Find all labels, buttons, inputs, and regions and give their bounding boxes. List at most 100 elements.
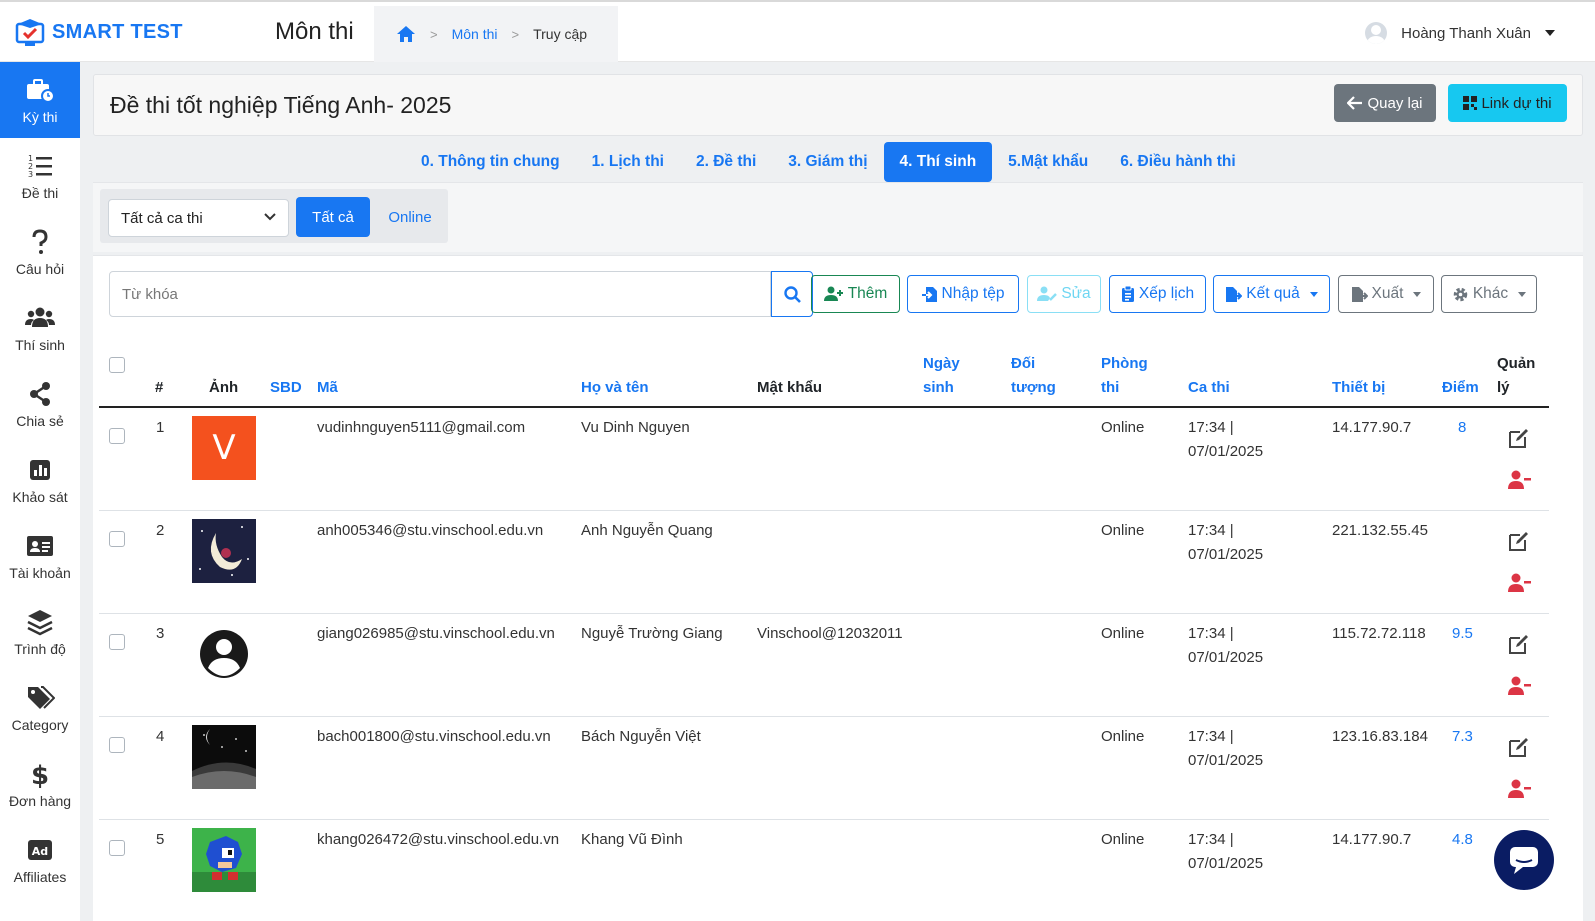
remove-user-icon[interactable] xyxy=(1507,777,1531,801)
edit-icon[interactable] xyxy=(1507,426,1531,450)
app-name: SMART TEST xyxy=(52,20,183,43)
remove-user-icon[interactable] xyxy=(1507,674,1531,698)
row-divider xyxy=(99,716,1549,717)
list-ordered-icon: 123 xyxy=(28,154,52,179)
row-room: Online xyxy=(1101,625,1145,642)
row-session: 17:34 | 07/01/2025 xyxy=(1188,625,1264,666)
breadcrumb: > Môn thi > Truy cập xyxy=(374,6,618,62)
edit-icon[interactable] xyxy=(1507,529,1531,553)
search-button[interactable] xyxy=(771,271,813,317)
row-score[interactable]: 4.8 xyxy=(1452,828,1473,852)
sidebar-item-affiliates[interactable]: Ad Affiliates xyxy=(0,822,80,898)
add-candidate-button[interactable]: Thêm xyxy=(811,275,900,313)
svg-text:Ad: Ad xyxy=(32,845,48,858)
row-checkbox[interactable] xyxy=(109,531,125,547)
col-name[interactable]: Họ và tên xyxy=(581,376,649,400)
sidebar-item-tai-khoan[interactable]: Tài khoản xyxy=(0,518,80,594)
sidebar-item-cau-hoi[interactable]: Câu hỏi xyxy=(0,214,80,290)
sidebar-item-category[interactable]: Category xyxy=(0,670,80,746)
row-checkbox[interactable] xyxy=(109,634,125,650)
sidebar-item-label: Đơn hàng xyxy=(8,793,72,809)
filter-bar: Tất cả ca thi Tất cả Online xyxy=(93,182,1583,252)
row-score[interactable]: 8 xyxy=(1458,416,1466,440)
row-checkbox[interactable] xyxy=(109,428,125,444)
tab-dieu-hanh-thi[interactable]: 6. Điều hành thi xyxy=(1104,142,1251,182)
export-dropdown-button[interactable]: Xuất xyxy=(1338,275,1434,313)
back-button[interactable]: Quay lại xyxy=(1334,84,1436,122)
select-all-checkbox[interactable] xyxy=(109,357,125,373)
row-score[interactable]: 7.3 xyxy=(1452,725,1473,749)
col-device[interactable]: Thiết bị xyxy=(1332,376,1385,400)
row-password: Vinschool@12032011 xyxy=(757,625,903,642)
remove-user-icon[interactable] xyxy=(1507,468,1531,492)
row-divider xyxy=(99,613,1549,614)
sidebar-item-de-thi[interactable]: 123 Đề thi xyxy=(0,138,80,214)
sidebar-item-don-hang[interactable]: $ Đơn hàng xyxy=(0,746,80,822)
row-name: Khang Vũ Đình xyxy=(581,831,683,848)
row-index: 5 xyxy=(156,831,165,848)
col-score[interactable]: Điểm xyxy=(1442,376,1479,400)
col-index: # xyxy=(155,379,164,396)
col-sbd[interactable]: SBD xyxy=(270,376,302,400)
edit-icon[interactable] xyxy=(1507,735,1531,759)
search-input[interactable]: Từ khóa xyxy=(109,271,771,317)
dollar-icon: $ xyxy=(31,761,49,789)
row-device: 14.177.90.7 xyxy=(1332,419,1412,436)
breadcrumb-current: Truy cập xyxy=(533,26,588,42)
row-code: vudinhnguyen5111@gmail.com xyxy=(317,419,526,436)
tab-giam-thi[interactable]: 3. Giám thị xyxy=(772,142,883,182)
candidate-photo xyxy=(192,622,256,686)
user-menu[interactable]: Hoàng Thanh Xuân xyxy=(1365,22,1555,44)
edit-candidate-button[interactable]: Sửa xyxy=(1027,275,1101,313)
col-code[interactable]: Mã xyxy=(317,376,338,400)
row-device: 123.16.83.184 xyxy=(1332,728,1428,745)
tab-lich-thi[interactable]: 1. Lịch thi xyxy=(576,142,680,182)
chat-widget-button[interactable] xyxy=(1494,830,1554,890)
col-password: Mật khẩu xyxy=(757,379,823,396)
sidebar-item-label: Thí sinh xyxy=(15,337,65,353)
caret-down-icon xyxy=(1413,291,1422,297)
row-index: 4 xyxy=(156,728,165,745)
row-device: 221.132.55.45 xyxy=(1332,522,1428,539)
result-dropdown-button[interactable]: Kết quả xyxy=(1213,275,1330,313)
row-index: 1 xyxy=(156,419,165,436)
row-room: Online xyxy=(1101,831,1145,848)
sidebar-item-khao-sat[interactable]: Khảo sát xyxy=(0,442,80,518)
sidebar-item-ky-thi[interactable]: Kỳ thi xyxy=(0,62,80,138)
session-select[interactable]: Tất cả ca thi xyxy=(108,199,289,237)
sidebar-item-chia-se[interactable]: Chia sẻ xyxy=(0,366,80,442)
row-score[interactable]: 9.5 xyxy=(1452,622,1473,646)
row-checkbox[interactable] xyxy=(109,737,125,753)
breadcrumb-mon-thi[interactable]: Môn thi xyxy=(452,26,498,42)
exam-link-button[interactable]: Link dự thi xyxy=(1448,84,1567,122)
remove-user-icon[interactable] xyxy=(1507,571,1531,595)
sidebar-item-thi-sinh[interactable]: Thí sinh xyxy=(0,290,80,366)
tab-thi-sinh[interactable]: 4. Thí sinh xyxy=(883,142,993,182)
edit-icon[interactable] xyxy=(1507,632,1531,656)
chat-icon xyxy=(1510,847,1538,874)
col-target[interactable]: Đối tượng xyxy=(1011,352,1056,400)
other-dropdown-button[interactable]: Khác xyxy=(1441,275,1537,313)
row-room: Online xyxy=(1101,728,1145,745)
sidebar-item-label: Chia sẻ xyxy=(16,413,64,429)
filter-all-button[interactable]: Tất cả xyxy=(296,197,370,237)
col-session[interactable]: Ca thi xyxy=(1188,376,1230,400)
filter-online-button[interactable]: Online xyxy=(378,197,442,237)
briefcase-clock-icon xyxy=(27,79,55,103)
col-dob[interactable]: Ngày sinh xyxy=(923,352,960,400)
sidebar-item-label: Trình độ xyxy=(14,641,66,657)
chevron-down-icon xyxy=(264,213,276,221)
import-file-button[interactable]: Nhập tệp xyxy=(907,275,1019,313)
col-room[interactable]: Phòng thi xyxy=(1101,352,1148,400)
row-code: khang026472@stu.vinschool.edu.vn xyxy=(317,831,560,848)
row-checkbox[interactable] xyxy=(109,840,125,856)
home-icon[interactable] xyxy=(396,25,416,43)
tab-thong-tin-chung[interactable]: 0. Thông tin chung xyxy=(405,142,576,182)
row-code: giang026985@stu.vinschool.edu.vn xyxy=(317,625,555,642)
caret-down-icon xyxy=(1545,30,1555,36)
schedule-button[interactable]: Xếp lịch xyxy=(1109,275,1206,313)
sidebar-item-trinh-do[interactable]: Trình độ xyxy=(0,594,80,670)
tab-mat-khau[interactable]: 5.Mật khẩu xyxy=(992,142,1104,182)
tab-de-thi[interactable]: 2. Đề thi xyxy=(680,142,772,182)
app-logo[interactable]: SMART TEST xyxy=(14,16,183,48)
